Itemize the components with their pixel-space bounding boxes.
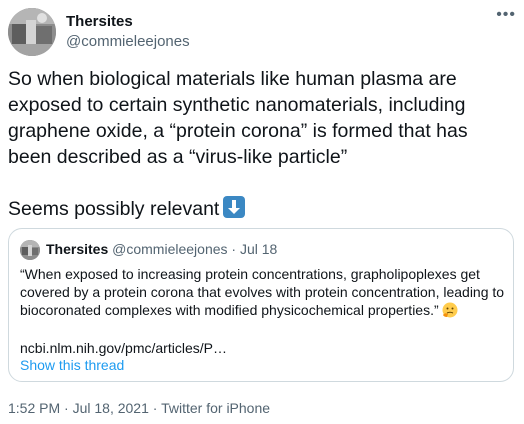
quoted-author-name: Thersites <box>46 241 109 257</box>
quoted-author-avatar <box>20 240 40 260</box>
footer-separator-1: · <box>64 400 69 416</box>
more-options-icon[interactable]: ••• <box>496 7 516 23</box>
quoted-date: Jul 18 <box>239 241 278 257</box>
tweet-date[interactable]: Jul 18, 2021 <box>73 400 149 416</box>
author-avatar[interactable] <box>8 8 56 56</box>
quoted-header: Thersites @commieleejones · Jul 18 <box>46 241 277 257</box>
tweet-footer: 1:52 PM · Jul 18, 2021 · Twitter for iPh… <box>8 400 270 416</box>
tweet-paragraph-1: So when biological materials like human … <box>8 68 468 168</box>
quoted-body: “When exposed to increasing protein conc… <box>20 265 506 357</box>
thinking-face-icon <box>442 302 458 318</box>
tweet-paragraph-2-text: Seems possibly relevant <box>8 198 220 220</box>
show-thread-link[interactable]: Show this thread <box>20 357 124 373</box>
quoted-tweet[interactable]: Thersites @commieleejones · Jul 18 “When… <box>8 228 514 382</box>
tweet-body: So when biological materials like human … <box>8 66 508 222</box>
footer-separator-2: · <box>152 400 158 416</box>
quoted-text: “When exposed to increasing protein conc… <box>20 266 505 318</box>
quoted-author-handle: @commieleejones <box>112 241 228 257</box>
author-handle[interactable]: @commieleejones <box>66 33 190 50</box>
tweet-header: Thersites @commieleejones ••• <box>8 7 516 56</box>
tweet-paragraph-2: Seems possibly relevant <box>8 196 508 222</box>
quoted-link[interactable]: ncbi.nlm.nih.gov/pmc/articles/P… <box>20 339 506 357</box>
author-name[interactable]: Thersites <box>66 13 133 30</box>
down-arrow-icon <box>223 196 246 218</box>
quoted-separator: · <box>231 241 237 257</box>
tweet-client[interactable]: Twitter for iPhone <box>161 400 270 416</box>
tweet-time[interactable]: 1:52 PM <box>8 400 60 416</box>
quoted-text-block: “When exposed to increasing protein conc… <box>20 265 506 319</box>
